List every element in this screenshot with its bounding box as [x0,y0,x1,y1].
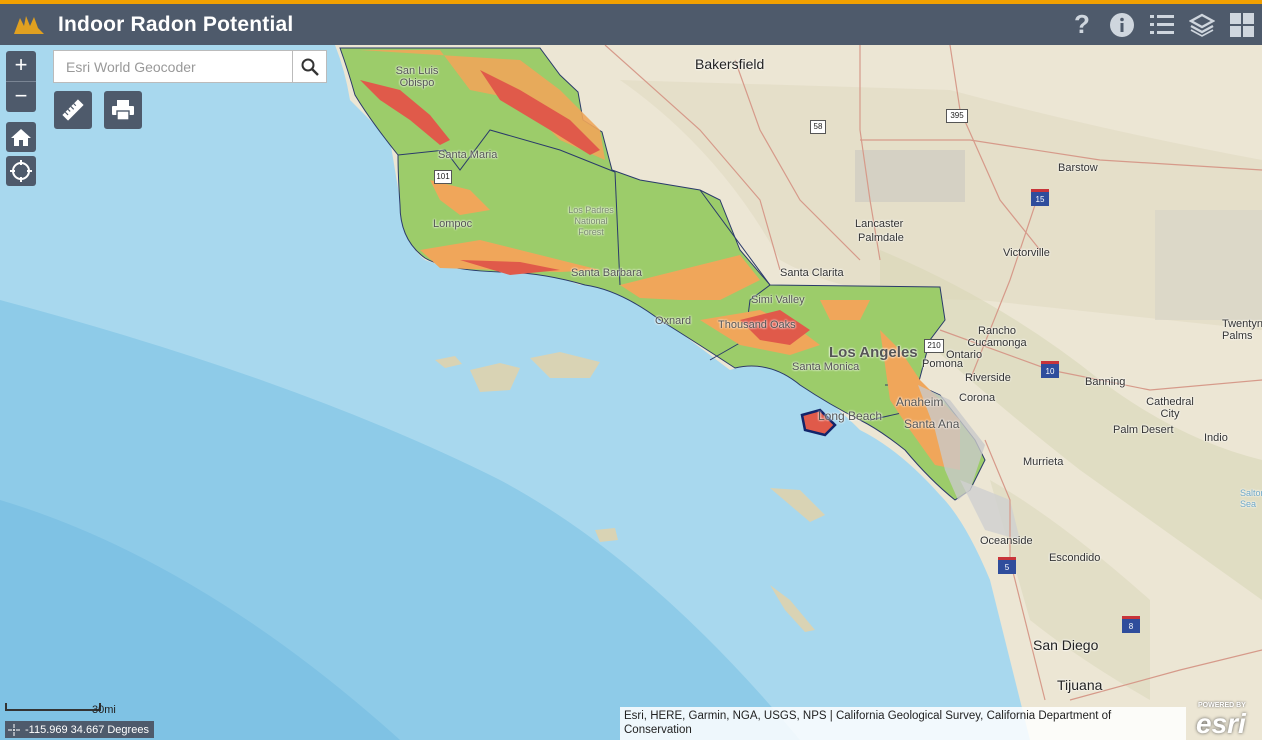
coordinate-text: -115.969 34.667 Degrees [25,723,149,736]
zoom-control: + − [6,51,36,112]
place-label: Lancaster [855,218,904,230]
printer-icon [112,100,134,121]
place-label: Escondido [1049,552,1101,564]
place-label: Murrieta [1023,456,1064,468]
ruler-icon [62,99,84,121]
place-label: Rancho Cucamonga [967,325,1027,349]
place-label: Los Angeles [829,344,918,361]
place-label: Simi Valley [751,294,805,306]
place-label: Barstow [1058,162,1098,174]
highway-shield: 10 [1041,361,1059,378]
california-bear-logo-icon [14,15,44,34]
geocoder-search [53,50,327,83]
scale-label: 30mi [92,704,116,716]
place-label: Santa Barbara [571,267,642,279]
highway-shield: 15 [1031,189,1049,206]
highway-shield: 101 [434,170,452,184]
app-header: Indoor Radon Potential ? [0,4,1262,45]
place-label: Lompoc [433,218,473,230]
place-label: Santa Monica [792,361,860,373]
highway-shield: 5 [998,557,1016,574]
place-label: Santa Ana [904,417,960,431]
place-label: Oxnard [655,315,692,327]
place-label: Santa Clarita [780,267,844,279]
place-label: Thousand Oaks [718,319,796,331]
place-label: Tijuana [1057,677,1103,693]
home-icon [11,129,31,146]
crosshair-small-icon[interactable] [8,723,20,736]
layers-icon[interactable] [1182,4,1222,45]
zoom-out-button[interactable]: − [6,82,36,112]
place-label: Bakersfield [695,56,765,72]
locate-button[interactable] [6,156,36,186]
place-label: Long Beach [818,409,883,423]
measure-button[interactable] [54,91,92,129]
grid-icon[interactable] [1222,4,1262,45]
place-label: Oceanside [980,535,1033,547]
coordinate-readout: -115.969 34.667 Degrees [5,721,154,738]
place-label: Banning [1085,376,1126,388]
place-label: Corona [959,392,996,404]
zoom-in-button[interactable]: + [6,51,36,81]
highway-shield: 210 [924,339,944,353]
place-label: Cathedral City [1146,396,1194,420]
highway-shield: 8 [1122,616,1140,633]
place-label: Los Padres National Forest [568,205,614,237]
place-label: Twentynine Palms [1222,318,1262,342]
esri-logo: POWERED BY esri [1190,702,1260,740]
place-label: Palm Desert [1113,424,1174,436]
app-title: Indoor Radon Potential [58,12,294,36]
map-view[interactable]: Bakersfield San Luis Obispo Santa Maria … [0,45,1262,740]
place-label: Riverside [965,372,1011,384]
place-label: Pomona [922,358,963,370]
scale-bar [5,703,101,711]
place-label: Palmdale [858,232,904,244]
legend-icon[interactable] [1142,4,1182,45]
place-label: Anaheim [896,395,944,409]
crosshair-icon [10,160,32,182]
info-icon[interactable] [1102,4,1142,45]
print-button[interactable] [104,91,142,129]
search-input[interactable] [54,51,292,82]
place-label: Indio [1204,432,1228,444]
place-label: San Luis Obispo [395,65,439,89]
map-attribution: Esri, HERE, Garmin, NGA, USGS, NPS | Cal… [620,707,1186,740]
place-label: Victorville [1003,247,1050,259]
basemap-svg [0,45,1262,740]
place-label: Santa Maria [438,149,498,161]
esri-brand-text: esri [1196,708,1246,739]
highway-shield: 58 [810,120,826,134]
help-icon[interactable]: ? [1062,4,1102,45]
place-label: Salton Sea [1240,488,1262,509]
search-icon [301,58,319,76]
home-button[interactable] [6,122,36,152]
search-button[interactable] [292,51,326,82]
highway-shield: 395 [946,109,968,123]
place-label: San Diego [1033,637,1099,653]
